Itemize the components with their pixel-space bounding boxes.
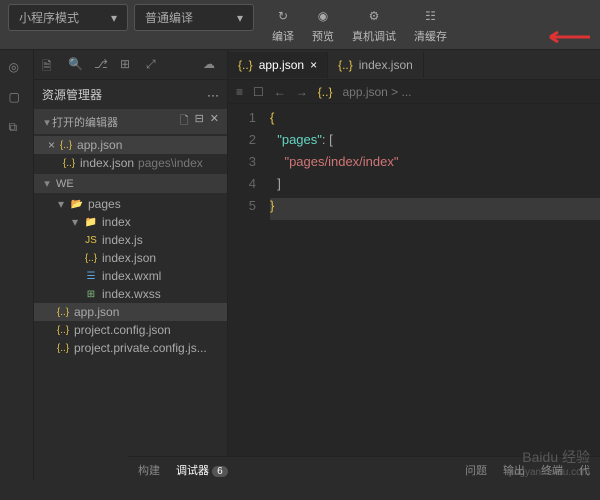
chevron-down-icon: ▾ xyxy=(111,11,117,25)
device-icon[interactable]: ▢ xyxy=(9,90,25,106)
breadcrumb-text[interactable]: app.json > ... xyxy=(342,85,411,99)
tree-item-app-json[interactable]: {..}app.json xyxy=(34,303,227,321)
clearcache-button[interactable]: ☷ 清缓存 xyxy=(406,4,455,46)
json-icon: {..} xyxy=(238,58,253,72)
explorer-title: 资源管理器 xyxy=(42,86,102,103)
module-icon[interactable]: ⊞ xyxy=(120,57,136,73)
json-icon: {..} xyxy=(318,85,333,99)
open-editor-item[interactable]: × {..} app.json xyxy=(34,136,227,154)
wxss-icon: ⊞ xyxy=(84,287,98,301)
files-icon[interactable]: 🗎 xyxy=(42,57,58,73)
json-icon: {..} xyxy=(338,58,353,72)
tree-item-index[interactable]: ▾📁index xyxy=(34,213,227,231)
tree-item-project-private-config-js-[interactable]: {..}project.private.config.js... xyxy=(34,339,227,357)
bug-icon: ⚙ xyxy=(364,6,384,26)
eye-icon: ◉ xyxy=(313,6,333,26)
branch-icon[interactable]: ⎇ xyxy=(94,57,110,73)
watermark: Baidu 经验 jingyan.baidu.com xyxy=(509,447,590,478)
folder-icon: 📁 xyxy=(84,215,98,229)
list-icon[interactable]: ≡ xyxy=(236,85,243,99)
tree-item-index-wxml[interactable]: ☰index.wxml xyxy=(34,267,227,285)
json-icon: {..} xyxy=(84,251,98,265)
chevron-down-icon: ▾ xyxy=(237,11,243,25)
js-icon: JS xyxy=(84,233,98,247)
json-icon: {..} xyxy=(59,138,73,152)
preview-button[interactable]: ◉ 预览 xyxy=(304,4,342,46)
close-all-icon[interactable]: ✕ xyxy=(210,112,219,131)
debug-button[interactable]: ⚙ 真机调试 xyxy=(344,4,404,46)
project-header[interactable]: ▾WE xyxy=(34,174,227,193)
annotation-arrow xyxy=(540,30,590,44)
code-editor[interactable]: 1 2 3 4 5 { "pages": [ "pages/index/inde… xyxy=(228,104,600,480)
json-icon: {..} xyxy=(56,341,70,355)
layers-icon: ☷ xyxy=(421,6,441,26)
debugger-tab[interactable]: 调试器 6 xyxy=(176,462,228,478)
explorer-sidebar: 🗎 🔍 ⎇ ⊞ ⤢ ☁ 资源管理器 ··· ▾打开的编辑器 🗋 ⊟ ✕ × {.… xyxy=(34,50,228,480)
close-icon[interactable]: × xyxy=(48,138,55,152)
simulator-gutter: ◎ ▢ ⧉ xyxy=(0,50,34,480)
open-editor-item[interactable]: {..} index.json pages\index xyxy=(34,154,227,172)
compile-dropdown[interactable]: 普通编译 ▾ xyxy=(134,4,254,31)
more-icon[interactable]: ··· xyxy=(207,88,219,102)
json-icon: {..} xyxy=(56,323,70,337)
search-icon[interactable]: 🔍 xyxy=(68,57,84,73)
refresh-icon: ↻ xyxy=(273,6,293,26)
bookmark-icon[interactable]: ☐ xyxy=(253,85,264,99)
tree-item-pages[interactable]: ▾📂pages xyxy=(34,195,227,213)
tree-item-project-config-json[interactable]: {..}project.config.json xyxy=(34,321,227,339)
new-file-icon[interactable]: 🗋 xyxy=(180,112,189,131)
share-icon[interactable]: ⧉ xyxy=(9,120,25,136)
tab-app-json[interactable]: {..} app.json × xyxy=(228,52,328,78)
back-icon[interactable]: ← xyxy=(274,85,286,99)
record-icon[interactable]: ◎ xyxy=(9,60,25,76)
tree-item-index-json[interactable]: {..}index.json xyxy=(34,249,227,267)
build-tab[interactable]: 构建 xyxy=(138,462,160,478)
json-icon: {..} xyxy=(62,156,76,170)
close-icon[interactable]: × xyxy=(310,58,317,72)
tree-item-index-js[interactable]: JSindex.js xyxy=(34,231,227,249)
save-all-icon[interactable]: ⊟ xyxy=(195,112,204,131)
wxml-icon: ☰ xyxy=(84,269,98,283)
mode-label: 小程序模式 xyxy=(19,9,79,26)
mode-dropdown[interactable]: 小程序模式 ▾ xyxy=(8,4,128,31)
tab-index-json[interactable]: {..} index.json xyxy=(328,52,424,78)
compile-button[interactable]: ↻ 编译 xyxy=(264,4,302,46)
json-icon: {..} xyxy=(56,305,70,319)
expand-icon[interactable]: ⤢ xyxy=(146,57,162,73)
tree-item-index-wxss[interactable]: ⊞index.wxss xyxy=(34,285,227,303)
compile-label: 普通编译 xyxy=(145,9,193,26)
cloud-icon[interactable]: ☁ xyxy=(203,57,219,73)
forward-icon[interactable]: → xyxy=(296,85,308,99)
folder-open-icon: 📂 xyxy=(70,197,84,211)
open-editors-header[interactable]: ▾打开的编辑器 🗋 ⊟ ✕ xyxy=(34,109,227,134)
